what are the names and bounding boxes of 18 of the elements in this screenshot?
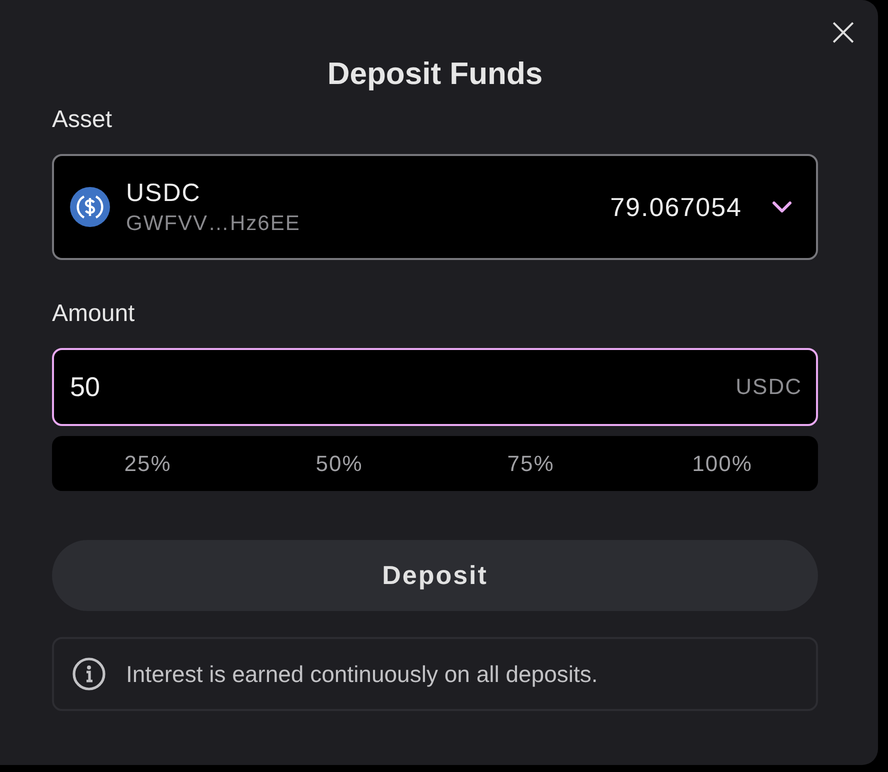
amount-label: Amount (52, 300, 135, 328)
percent-button[interactable]: 50% (310, 436, 369, 491)
dollar-coin-icon (70, 187, 110, 227)
dialog-title: Deposit Funds (326, 55, 544, 93)
notice-text: Interest is earned continuously on all deposits. (126, 660, 598, 688)
asset-select[interactable]: USDC GWFVV…Hz6EE 79.067054 (52, 154, 818, 260)
close-button[interactable]: × (822, 14, 864, 50)
percent-button[interactable]: 75% (501, 436, 560, 491)
asset-address: GWFVV…Hz6EE (126, 212, 300, 236)
asset-label: Asset (52, 106, 112, 134)
deposit-button[interactable]: Deposit (52, 540, 818, 611)
asset-balance: 79.067054 (610, 192, 742, 222)
percent-button[interactable]: 100% (686, 436, 758, 491)
amount-unit: USDC (736, 374, 802, 400)
chevron-down-icon (772, 201, 792, 213)
info-icon (72, 657, 106, 691)
percent-button[interactable]: 25% (118, 436, 178, 491)
asset-symbol: USDC (126, 178, 201, 208)
